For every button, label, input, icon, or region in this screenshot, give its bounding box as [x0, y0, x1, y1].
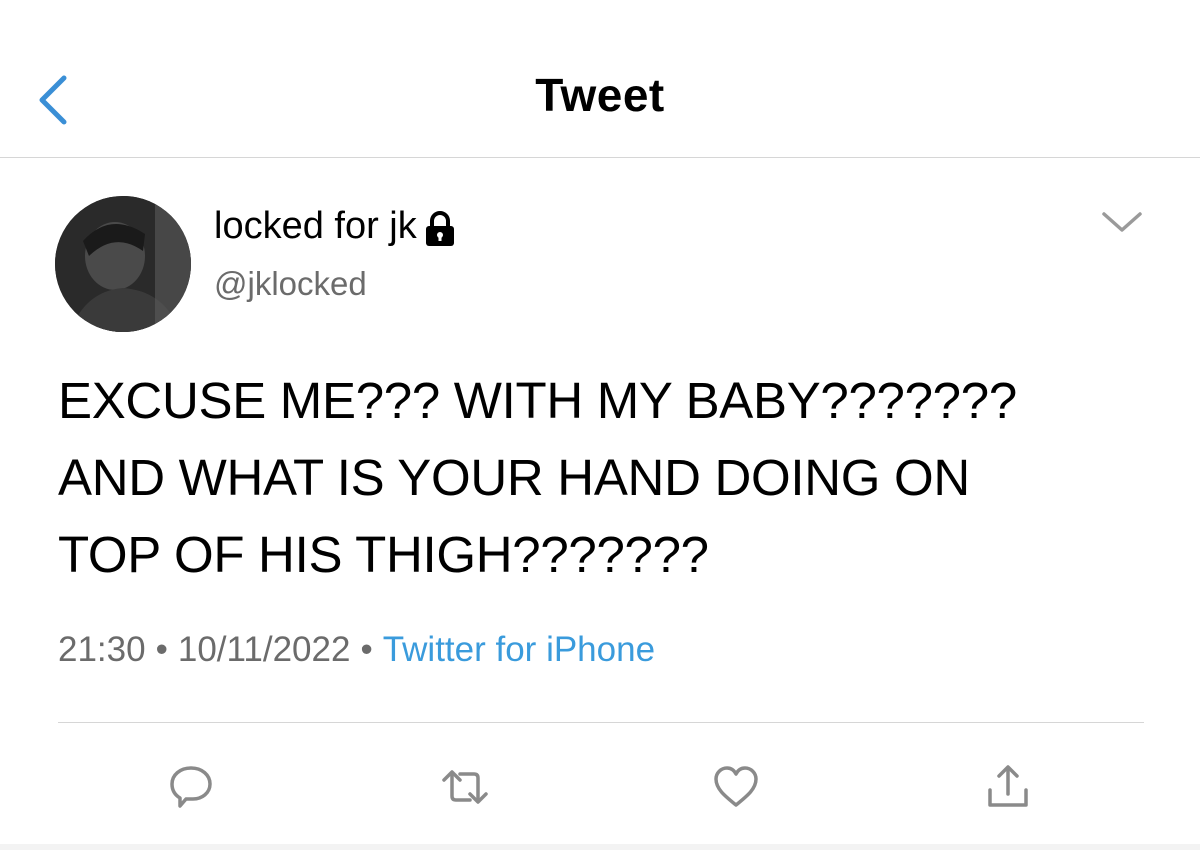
tweet-source-link[interactable]: Twitter for iPhone — [383, 630, 655, 669]
lock-icon — [423, 210, 457, 248]
tweet-body: EXCUSE ME??? WITH MY BABY??????? AND WHA… — [58, 372, 1017, 583]
retweet-button[interactable] — [440, 762, 490, 812]
tweet-metadata: 21:30 • 10/11/2022 • Twitter for iPhone — [58, 630, 655, 670]
meta-separator: • — [360, 630, 373, 669]
meta-separator: • — [155, 630, 168, 669]
tweet-date: 10/11/2022 — [177, 630, 351, 669]
author-handle[interactable]: @jklocked — [214, 265, 367, 303]
more-options-button[interactable] — [1098, 202, 1146, 242]
bottom-edge — [0, 844, 1200, 850]
share-icon — [988, 765, 1028, 807]
divider — [58, 722, 1144, 723]
chevron-down-icon — [1102, 212, 1142, 232]
like-button[interactable] — [711, 762, 761, 812]
author-display-name[interactable]: locked for jk — [214, 205, 457, 248]
heart-icon — [714, 766, 758, 807]
reply-button[interactable] — [166, 762, 216, 812]
tweet-time: 21:30 — [58, 630, 146, 669]
share-button[interactable] — [983, 762, 1033, 812]
avatar-image — [55, 196, 191, 332]
reply-icon — [170, 766, 212, 808]
page-title: Tweet — [535, 69, 665, 121]
display-name-text: locked for jk — [214, 205, 417, 247]
avatar[interactable] — [55, 196, 191, 332]
retweet-icon — [442, 770, 488, 804]
navigation-bar: Tweet — [0, 0, 1200, 158]
